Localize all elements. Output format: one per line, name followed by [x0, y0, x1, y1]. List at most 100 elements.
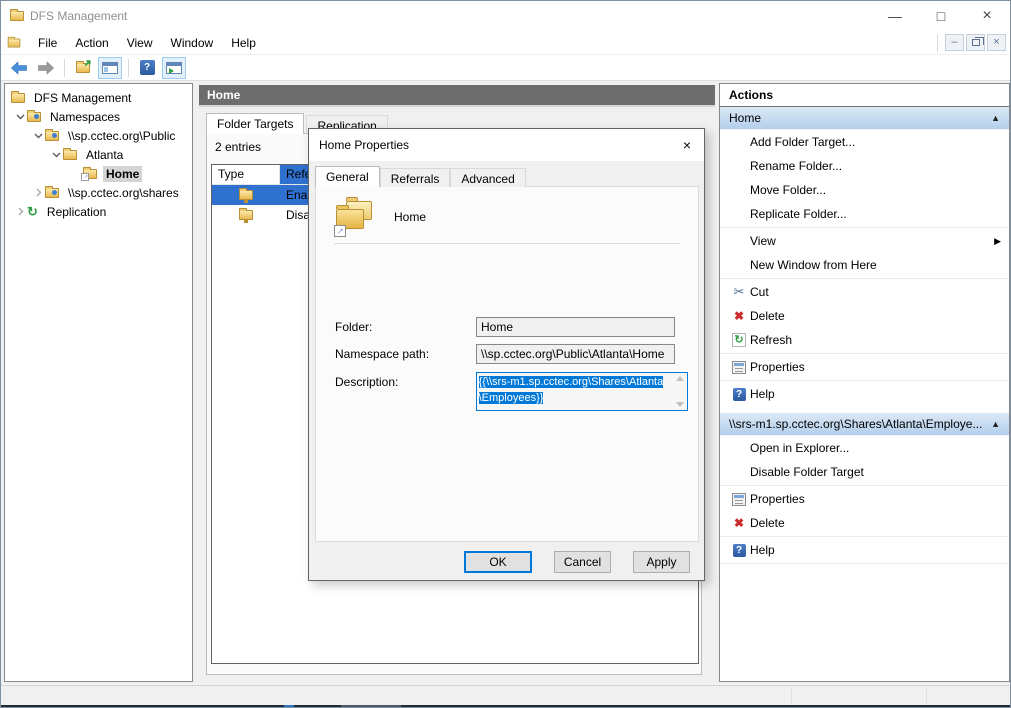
dialog-title-bar: Home Properties ×	[309, 129, 704, 161]
column-header-type[interactable]: Type	[212, 165, 280, 184]
actions-section-target-header[interactable]: \\srs-m1.sp.cctec.org\Shares\Atlanta\Emp…	[720, 413, 1009, 436]
action-label: Add Folder Target...	[750, 135, 1009, 149]
tree-item-label: Namespaces	[47, 109, 123, 125]
export-list-button[interactable]: ➜	[71, 57, 95, 79]
action-properties[interactable]: Properties	[720, 355, 1009, 379]
action-view[interactable]: View ▶	[720, 229, 1009, 253]
action-open-in-explorer[interactable]: Open in Explorer...	[720, 436, 1009, 460]
tree-item-namespace-shares[interactable]: \\sp.cctec.org\shares	[5, 183, 192, 202]
dialog-close-button[interactable]: ×	[670, 137, 704, 153]
toggle-console-tree-button[interactable]	[98, 57, 122, 79]
scroll-up-icon[interactable]	[676, 376, 684, 381]
tree-item-label: \\sp.cctec.org\shares	[65, 185, 182, 201]
namespaces-icon	[27, 112, 41, 122]
divider	[720, 536, 1009, 537]
menu-file[interactable]: File	[29, 33, 66, 53]
chevron-down-icon[interactable]	[31, 131, 45, 140]
tab-general[interactable]: General	[315, 166, 380, 187]
action-target-properties[interactable]: Properties	[720, 487, 1009, 511]
menu-window[interactable]: Window	[162, 33, 223, 53]
result-pane-header: Home	[199, 85, 715, 107]
maximize-button[interactable]: □	[918, 1, 964, 31]
description-input[interactable]: {{\\srs-m1.sp.cctec.org\Shares\Atlanta\E…	[476, 372, 688, 411]
window-controls: — □ ×	[872, 1, 1010, 31]
ok-button[interactable]: OK	[464, 551, 532, 573]
divider	[720, 353, 1009, 354]
namespace-path-field-label: Namespace path:	[335, 344, 476, 364]
action-new-window-from-here[interactable]: New Window from Here	[720, 253, 1009, 277]
action-label: Refresh	[750, 333, 1009, 347]
forward-button[interactable]	[34, 57, 58, 79]
tab-referrals[interactable]: Referrals	[380, 168, 451, 187]
home-properties-dialog: Home Properties × General Referrals Adva…	[308, 128, 705, 581]
chevron-down-icon[interactable]	[13, 112, 27, 121]
back-arrow-icon	[10, 61, 28, 75]
divider	[937, 34, 938, 52]
action-cut[interactable]: ✂ Cut	[720, 280, 1009, 304]
action-add-folder-target[interactable]: Add Folder Target...	[720, 130, 1009, 154]
mmc-restore-button[interactable]	[966, 34, 985, 51]
folder-field-value[interactable]: Home	[476, 317, 675, 337]
divider	[64, 59, 65, 77]
chevron-down-icon[interactable]	[49, 150, 63, 159]
minimize-button[interactable]: —	[872, 1, 918, 31]
tree-item-namespaces[interactable]: Namespaces	[5, 107, 192, 126]
selected-text: {{\\srs-m1.sp.cctec.org\Shares\Atlanta\E…	[479, 376, 664, 404]
mmc-close-button[interactable]: ×	[987, 34, 1006, 51]
actions-section-home-header[interactable]: Home ▲	[720, 107, 1009, 130]
tree-item-atlanta[interactable]: Atlanta	[5, 145, 192, 164]
chevron-right-icon[interactable]	[31, 188, 45, 197]
action-rename-folder[interactable]: Rename Folder...	[720, 154, 1009, 178]
folder-name-label: Home	[394, 210, 426, 224]
action-help[interactable]: ? Help	[720, 382, 1009, 406]
action-target-help[interactable]: ? Help	[720, 538, 1009, 562]
menu-view[interactable]: View	[118, 33, 162, 53]
tab-advanced[interactable]: Advanced	[450, 168, 525, 187]
mmc-minimize-button[interactable]: –	[945, 34, 964, 51]
spacer	[720, 406, 1009, 413]
divider	[334, 243, 680, 244]
action-label: Delete	[750, 516, 1009, 530]
action-pane-icon	[166, 62, 182, 74]
tab-folder-targets[interactable]: Folder Targets	[206, 113, 304, 134]
actions-pane-title: Actions	[720, 84, 1009, 107]
divider	[720, 485, 1009, 486]
action-refresh[interactable]: ↻ Refresh	[720, 328, 1009, 352]
dfs-root-icon	[11, 93, 25, 103]
action-target-delete[interactable]: ✖ Delete	[720, 511, 1009, 535]
menu-help[interactable]: Help	[222, 33, 265, 53]
action-replicate-folder[interactable]: Replicate Folder...	[720, 202, 1009, 226]
dfs-folder-large-icon: →	[334, 199, 378, 235]
action-move-folder[interactable]: Move Folder...	[720, 178, 1009, 202]
tree-item-replication[interactable]: ↻ Replication	[5, 202, 192, 221]
menu-action[interactable]: Action	[66, 33, 117, 53]
actions-pane: Actions Home ▲ Add Folder Target... Rena…	[719, 83, 1010, 682]
scroll-down-icon[interactable]	[676, 402, 684, 407]
tree-item-home[interactable]: → Home	[5, 164, 192, 183]
help-icon: ?	[733, 544, 746, 557]
description-scrollbar[interactable]	[672, 373, 687, 410]
namespace-path-field-value[interactable]: \\sp.cctec.org\Public\Atlanta\Home	[476, 344, 675, 364]
action-delete[interactable]: ✖ Delete	[720, 304, 1009, 328]
divider	[720, 278, 1009, 279]
submenu-arrow-icon: ▶	[994, 236, 1009, 247]
tree-item-namespace-public[interactable]: \\sp.cctec.org\Public	[5, 126, 192, 145]
collapse-icon[interactable]: ▲	[991, 113, 1000, 123]
help-icon: ?	[140, 60, 155, 75]
folder-identity: → Home	[334, 199, 426, 235]
cancel-button[interactable]: Cancel	[554, 551, 611, 573]
menu-bar: File Action View Window Help – ×	[1, 31, 1010, 55]
result-pane-title: Home	[207, 88, 240, 102]
tree-item-dfs-management[interactable]: DFS Management	[5, 88, 192, 107]
apply-button[interactable]: Apply	[633, 551, 690, 573]
help-button[interactable]: ?	[135, 57, 159, 79]
collapse-icon[interactable]: ▲	[991, 419, 1000, 429]
action-disable-folder-target[interactable]: Disable Folder Target	[720, 460, 1009, 484]
app-icon	[10, 11, 24, 21]
close-button[interactable]: ×	[964, 1, 1010, 31]
back-button[interactable]	[7, 57, 31, 79]
console-tree-pane: DFS Management Namespaces \\sp.cctec.org…	[4, 83, 193, 682]
delete-icon: ✖	[728, 516, 750, 530]
toggle-action-pane-button[interactable]	[162, 57, 186, 79]
chevron-right-icon[interactable]	[13, 207, 27, 216]
